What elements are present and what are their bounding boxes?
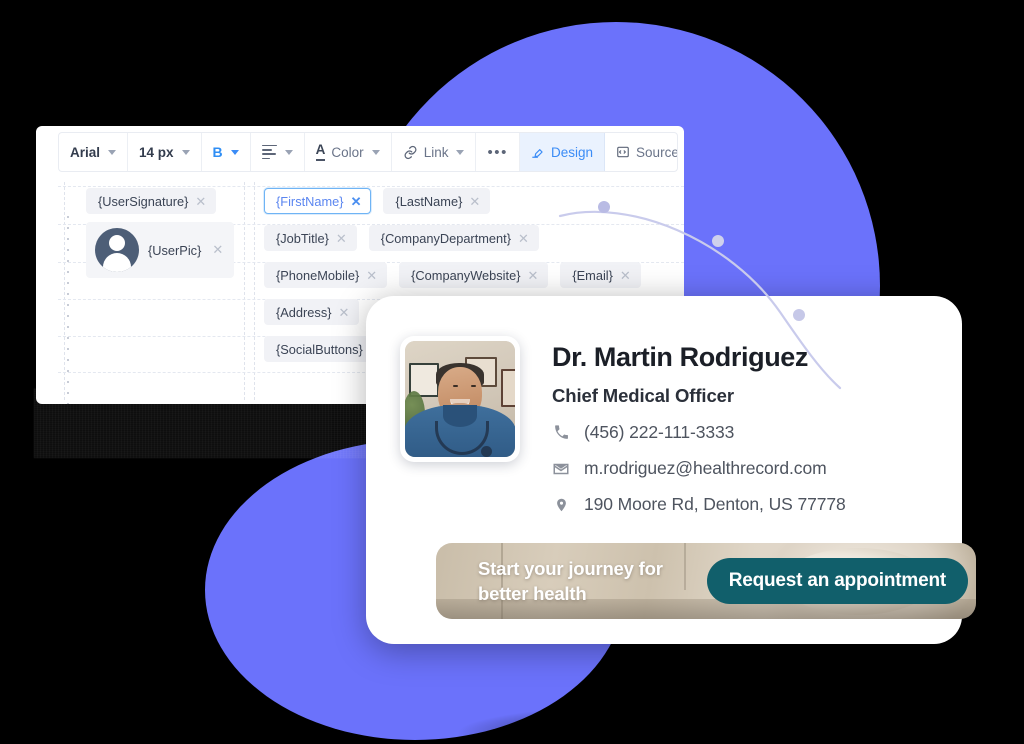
link-label: Link xyxy=(423,144,449,160)
chip-phone-mobile[interactable]: {PhoneMobile} ✕ xyxy=(264,262,388,288)
chip-label: {PhoneMobile} xyxy=(276,267,360,283)
layout-guide xyxy=(58,186,684,187)
chevron-down-icon xyxy=(371,149,380,155)
bold-icon: B xyxy=(212,144,223,160)
doctor-photo-image xyxy=(405,341,515,457)
signature-preview-card: Dr. Martin Rodriguez Chief Medical Offic… xyxy=(366,296,976,644)
cta-headline-line1: Start your journey for xyxy=(478,557,663,579)
layout-guide xyxy=(244,182,245,400)
signature-address: 190 Moore Rd, Denton, US 77778 xyxy=(584,494,846,515)
chip-user-signature[interactable]: {UserSignature} ✕ xyxy=(86,188,217,214)
font-family-value: Arial xyxy=(70,144,101,160)
chevron-down-icon xyxy=(284,149,293,155)
edge-artifact-right xyxy=(998,330,1024,744)
chip-first-name[interactable]: {FirstName} ✕ xyxy=(264,188,372,214)
chip-job-title[interactable]: {JobTitle} ✕ xyxy=(264,225,357,251)
screenshot-stage: Arial 14 px B A Color Link ••• Design So… xyxy=(0,0,1024,744)
chip-label: {UserSignature} xyxy=(98,193,189,209)
align-left-icon xyxy=(261,144,277,160)
signature-details: Dr. Martin Rodriguez Chief Medical Offic… xyxy=(552,336,846,515)
signature-phone-line: (456) 222-111-3333 xyxy=(552,422,846,443)
tab-design[interactable]: Design xyxy=(520,133,606,171)
chip-email[interactable]: {Email} ✕ xyxy=(560,262,641,288)
close-icon[interactable]: ✕ xyxy=(212,242,223,258)
chevron-down-icon xyxy=(456,149,465,155)
signature-address-line: 190 Moore Rd, Denton, US 77778 xyxy=(552,494,846,515)
close-icon[interactable]: ✕ xyxy=(469,195,480,208)
more-options-button[interactable]: ••• xyxy=(476,133,521,171)
design-label: Design xyxy=(551,144,594,160)
font-color-icon: A xyxy=(315,143,326,161)
editor-toolbar: Arial 14 px B A Color Link ••• Design So… xyxy=(58,132,678,172)
avatar xyxy=(95,228,139,272)
font-size-selector[interactable]: 14 px xyxy=(128,133,202,171)
close-icon[interactable]: ✕ xyxy=(351,195,362,208)
text-color-label: Color xyxy=(331,144,364,160)
chevron-down-icon xyxy=(230,149,239,155)
layout-guide xyxy=(254,182,255,400)
tab-source[interactable]: Source xyxy=(605,133,678,171)
ruler-ticks xyxy=(64,216,74,404)
signature-header: Dr. Martin Rodriguez Chief Medical Offic… xyxy=(400,336,930,515)
chip-row-1: {FirstName} ✕ {LastName} ✕ xyxy=(264,188,491,214)
close-icon[interactable]: ✕ xyxy=(339,306,350,319)
link-icon xyxy=(403,145,418,160)
close-icon[interactable]: ✕ xyxy=(620,269,631,282)
chip-label: {Address} xyxy=(276,304,332,320)
bold-button[interactable]: B xyxy=(202,133,251,171)
chip-label: {CompanyWebsite} xyxy=(411,267,521,283)
close-icon[interactable]: ✕ xyxy=(195,195,206,208)
close-icon[interactable]: ✕ xyxy=(336,232,347,245)
envelope-icon xyxy=(552,460,570,478)
cta-headline-line2: better health xyxy=(478,583,587,605)
chip-label: {Email} xyxy=(572,267,613,283)
chip-label: {SocialButtons} xyxy=(276,341,363,357)
chip-label: {JobTitle} xyxy=(276,230,329,246)
source-label: Source xyxy=(636,144,678,160)
chip-label: {UserPic} xyxy=(148,242,202,258)
chip-row-4: {Address} ✕ xyxy=(264,299,360,325)
signature-email: m.rodriguez@healthrecord.com xyxy=(584,458,827,479)
chip-last-name[interactable]: {LastName} ✕ xyxy=(383,188,491,214)
text-align-button[interactable] xyxy=(251,133,305,171)
signature-name: Dr. Martin Rodriguez xyxy=(552,342,809,372)
ellipsis-icon: ••• xyxy=(487,143,509,161)
chip-label: {CompanyDepartment} xyxy=(380,230,511,246)
chip-label: {FirstName} xyxy=(276,193,344,209)
chip-user-pic[interactable]: {UserPic} ✕ xyxy=(86,222,234,278)
text-color-button[interactable]: A Color xyxy=(305,133,392,171)
phone-icon xyxy=(552,424,570,441)
chip-address[interactable]: {Address} ✕ xyxy=(264,299,360,325)
cta-headline: Start your journey for better health xyxy=(478,556,663,607)
font-family-selector[interactable]: Arial xyxy=(59,133,129,171)
close-icon[interactable]: ✕ xyxy=(518,232,529,245)
font-size-value: 14 px xyxy=(139,144,174,160)
chip-company-website[interactable]: {CompanyWebsite} ✕ xyxy=(399,262,549,288)
signature-email-line: m.rodriguez@healthrecord.com xyxy=(552,458,846,479)
user-signature-chip-row: {UserSignature} ✕ xyxy=(86,188,217,214)
chip-row-2: {JobTitle} ✕ {CompanyDepartment} ✕ xyxy=(264,225,539,251)
chip-company-department[interactable]: {CompanyDepartment} ✕ xyxy=(368,225,539,251)
signature-phone: (456) 222-111-3333 xyxy=(584,422,735,443)
location-pin-icon xyxy=(552,496,570,514)
source-code-icon xyxy=(616,145,630,159)
signature-role: Chief Medical Officer xyxy=(552,385,734,407)
close-icon[interactable]: ✕ xyxy=(366,269,377,282)
design-icon xyxy=(531,145,545,159)
chevron-down-icon xyxy=(108,149,117,155)
chip-row-3: {PhoneMobile} ✕ {CompanyWebsite} ✕ {Emai… xyxy=(264,262,641,288)
request-appointment-button[interactable]: Request an appointment xyxy=(706,558,968,605)
doctor-photo xyxy=(400,336,520,462)
close-icon[interactable]: ✕ xyxy=(527,269,538,282)
insert-link-button[interactable]: Link xyxy=(392,133,477,171)
chevron-down-icon xyxy=(181,149,190,155)
cta-banner[interactable]: Start your journey for better health Req… xyxy=(436,543,976,620)
chip-label: {LastName} xyxy=(395,193,463,209)
